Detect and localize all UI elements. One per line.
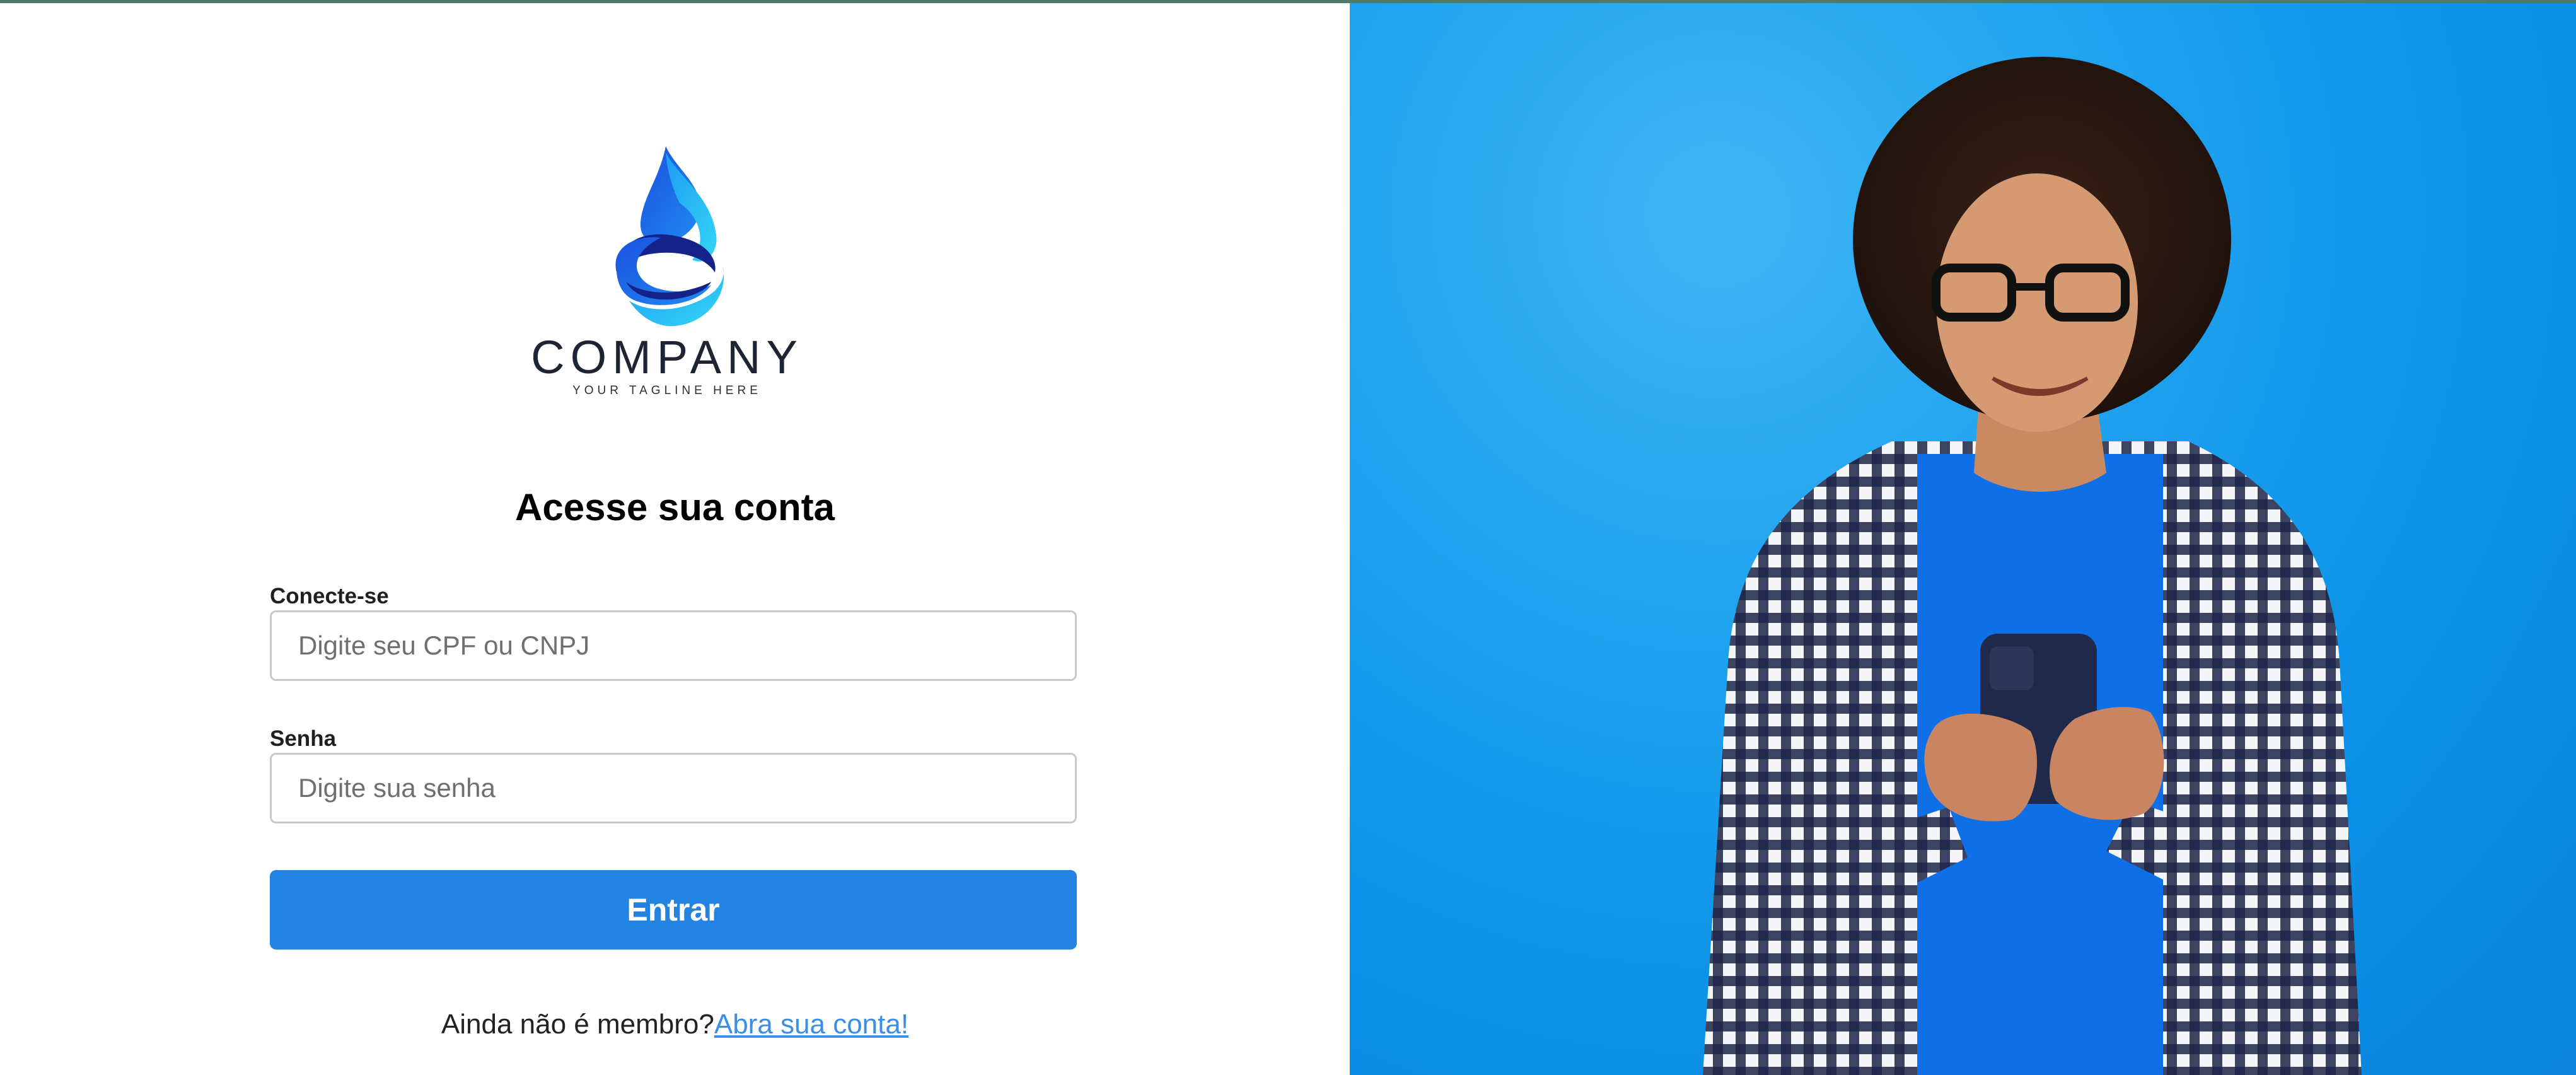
password-input[interactable] <box>270 753 1077 823</box>
page-title: Acesse sua conta <box>515 486 835 528</box>
username-label: Conecte-se <box>270 584 389 608</box>
login-button[interactable]: Entrar <box>270 870 1077 950</box>
drop-logo-icon <box>615 146 724 327</box>
open-account-link[interactable]: Abra sua conta! <box>714 1009 908 1040</box>
top-accent-strip <box>0 0 2576 3</box>
login-panel: COMPANY YOUR TAGLINE HERE Acesse sua con… <box>0 0 1350 1075</box>
hero-image-panel <box>1350 0 2576 1075</box>
signup-prompt-row: Ainda não é membro?Abra sua conta! <box>0 1009 1350 1040</box>
company-tagline: YOUR TAGLINE HERE <box>572 384 762 397</box>
company-name: COMPANY <box>531 331 803 383</box>
cpf-cnpj-input[interactable] <box>270 610 1077 681</box>
password-label: Senha <box>270 726 337 751</box>
company-logo: COMPANY YOUR TAGLINE HERE <box>528 146 806 398</box>
hero-person-image <box>1703 57 2362 1075</box>
login-page: COMPANY YOUR TAGLINE HERE Acesse sua con… <box>0 0 2576 1075</box>
signup-prompt-text: Ainda não é membro? <box>441 1009 714 1040</box>
